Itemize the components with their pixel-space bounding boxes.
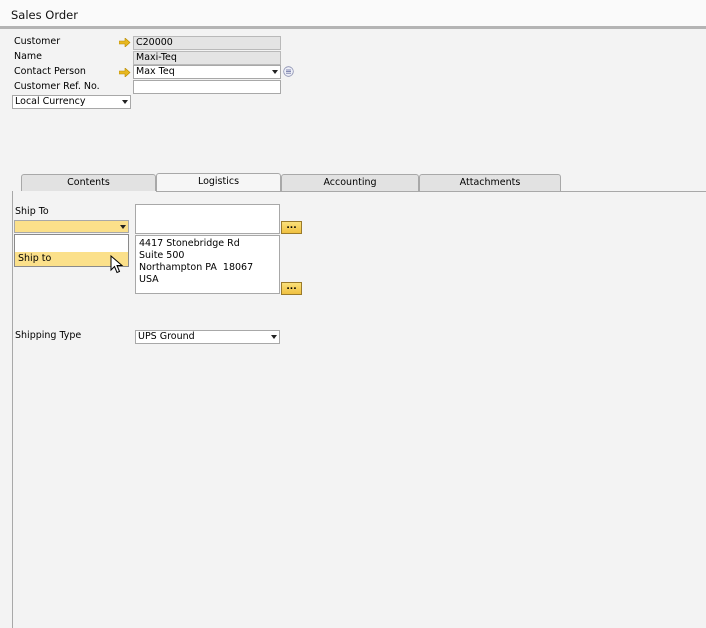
shipping-type-label: Shipping Type (15, 330, 82, 341)
link-arrow-icon[interactable] (119, 68, 131, 77)
tab-attachments[interactable]: Attachments (419, 174, 561, 191)
contact-person-label: Contact Person (14, 66, 86, 77)
cursor-icon (110, 255, 124, 274)
chevron-down-icon (272, 70, 278, 74)
ship-to-address[interactable]: 4417 Stonebridge Rd Suite 500 Northampto… (135, 235, 280, 294)
chevron-down-icon (271, 335, 277, 339)
tab-accounting[interactable]: Accounting (281, 174, 419, 191)
tab-contents[interactable]: Contents (21, 174, 156, 191)
customer-ref-label: Customer Ref. No. (14, 81, 100, 92)
shipping-type-value: UPS Ground (138, 331, 195, 342)
customer-field[interactable]: C20000 (133, 36, 281, 50)
tab-divider (156, 191, 706, 192)
contact-person-value: Max Teq (136, 66, 175, 77)
ship-to-select[interactable] (14, 220, 129, 233)
chevron-down-icon (120, 225, 126, 229)
window-title: Sales Order (11, 8, 78, 22)
list-icon[interactable] (283, 66, 294, 77)
ship-to-name-field[interactable] (135, 204, 280, 234)
panel-border (12, 191, 13, 628)
name-field[interactable]: Maxi-Teq (133, 51, 281, 65)
tab-logistics[interactable]: Logistics (156, 173, 281, 192)
contact-person-select[interactable]: Max Teq (133, 65, 281, 79)
ship-to-option-empty[interactable] (15, 235, 128, 252)
ship-to-label: Ship To (15, 206, 49, 217)
link-arrow-icon[interactable] (119, 38, 131, 47)
address-browse-button[interactable]: ... (281, 282, 302, 295)
currency-select[interactable]: Local Currency (12, 95, 131, 109)
currency-value: Local Currency (15, 96, 86, 107)
ship-to-browse-button[interactable]: ... (281, 221, 302, 234)
title-separator (0, 26, 706, 29)
customer-label: Customer (14, 36, 61, 47)
chevron-down-icon (122, 100, 128, 104)
title-bar (0, 0, 706, 27)
customer-ref-field[interactable] (133, 80, 281, 94)
shipping-type-select[interactable]: UPS Ground (135, 330, 280, 344)
name-label: Name (14, 51, 43, 62)
